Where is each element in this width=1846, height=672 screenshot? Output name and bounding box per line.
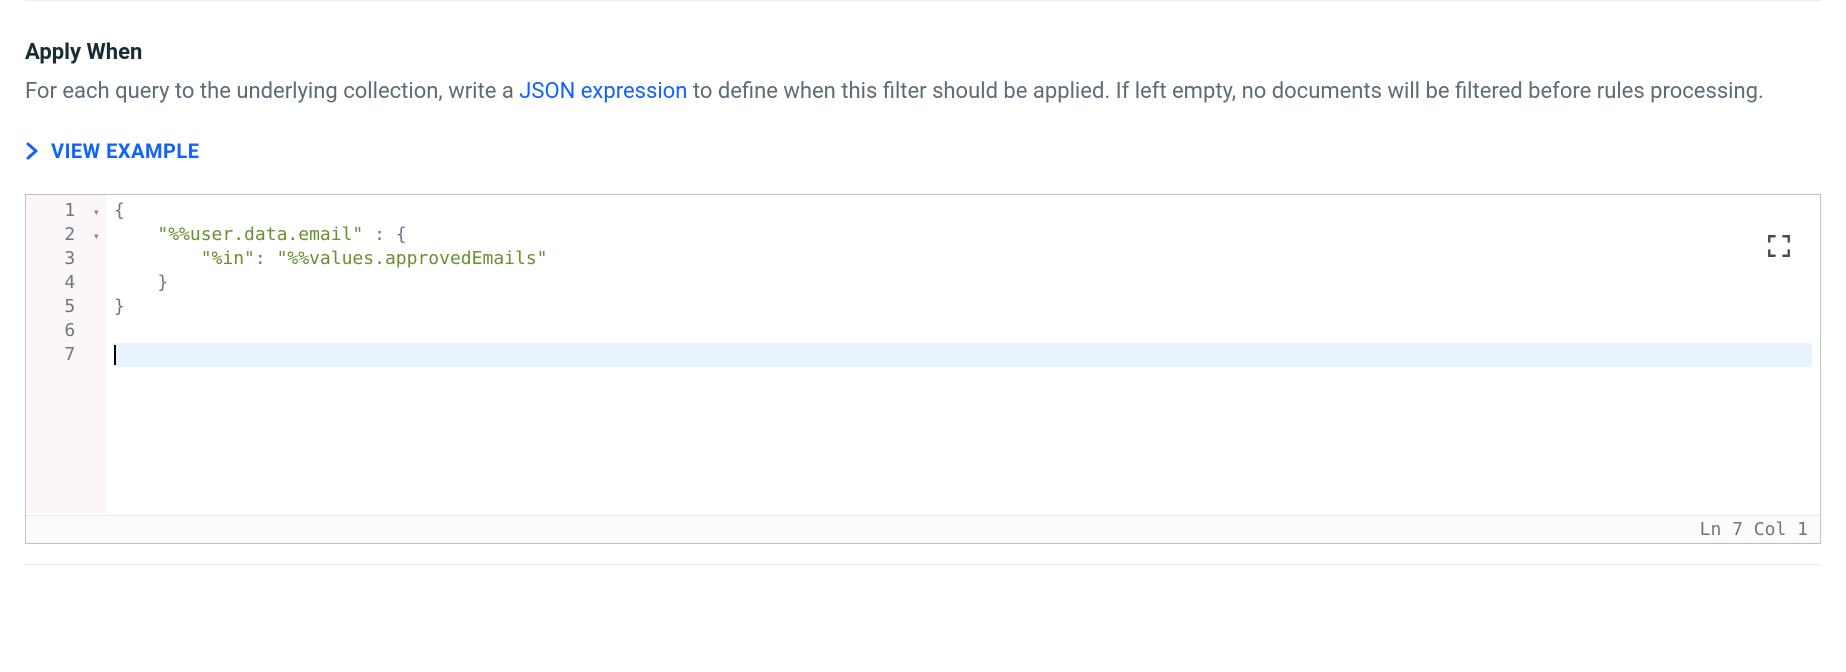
code-line[interactable]: { (114, 199, 1812, 223)
section-description: For each query to the underlying collect… (25, 75, 1821, 108)
code-line[interactable]: "%%user.data.email" : { (114, 223, 1812, 247)
view-example-label: VIEW EXAMPLE (51, 136, 200, 166)
chevron-right-icon (25, 142, 39, 160)
code-line-active[interactable] (114, 343, 1812, 367)
description-text-pre: For each query to the underlying collect… (25, 79, 519, 104)
editor-statusbar: Ln 7 Col 1 (26, 515, 1820, 543)
json-editor[interactable]: 1 ▾ 2 ▾ 3 4 5 6 7 { "%%user.data.email" … (25, 194, 1821, 544)
json-expression-link[interactable]: JSON expression (519, 79, 687, 104)
description-text-post: to define when this filter should be app… (687, 79, 1763, 104)
code-line[interactable]: } (114, 295, 1812, 319)
gutter-line: 4 (30, 271, 100, 295)
code-line[interactable]: } (114, 271, 1812, 295)
view-example-toggle[interactable]: VIEW EXAMPLE (25, 136, 200, 166)
gutter-line: 7 (30, 343, 100, 367)
gutter-line: 5 (30, 295, 100, 319)
cursor-position: Ln 7 Col 1 (1700, 516, 1808, 543)
code-line[interactable] (114, 319, 1812, 343)
divider-bottom (25, 564, 1821, 565)
editor-gutter: 1 ▾ 2 ▾ 3 4 5 6 7 (26, 195, 106, 513)
section-heading: Apply When (25, 36, 1821, 69)
editor-body[interactable]: 1 ▾ 2 ▾ 3 4 5 6 7 { "%%user.data.email" … (26, 195, 1820, 513)
gutter-line: 2 ▾ (30, 223, 100, 247)
apply-when-section: Apply When For each query to the underly… (0, 1, 1846, 564)
gutter-line: 1 ▾ (30, 199, 100, 223)
fold-icon[interactable]: ▾ (86, 224, 100, 248)
editor-cursor (114, 345, 116, 365)
gutter-line: 6 (30, 319, 100, 343)
fullscreen-icon[interactable] (1766, 233, 1792, 259)
fold-icon[interactable]: ▾ (86, 200, 100, 224)
code-line[interactable]: "%in": "%%values.approvedEmails" (114, 247, 1812, 271)
gutter-line: 3 (30, 247, 100, 271)
editor-code-area[interactable]: { "%%user.data.email" : { "%in": "%%valu… (106, 195, 1820, 513)
